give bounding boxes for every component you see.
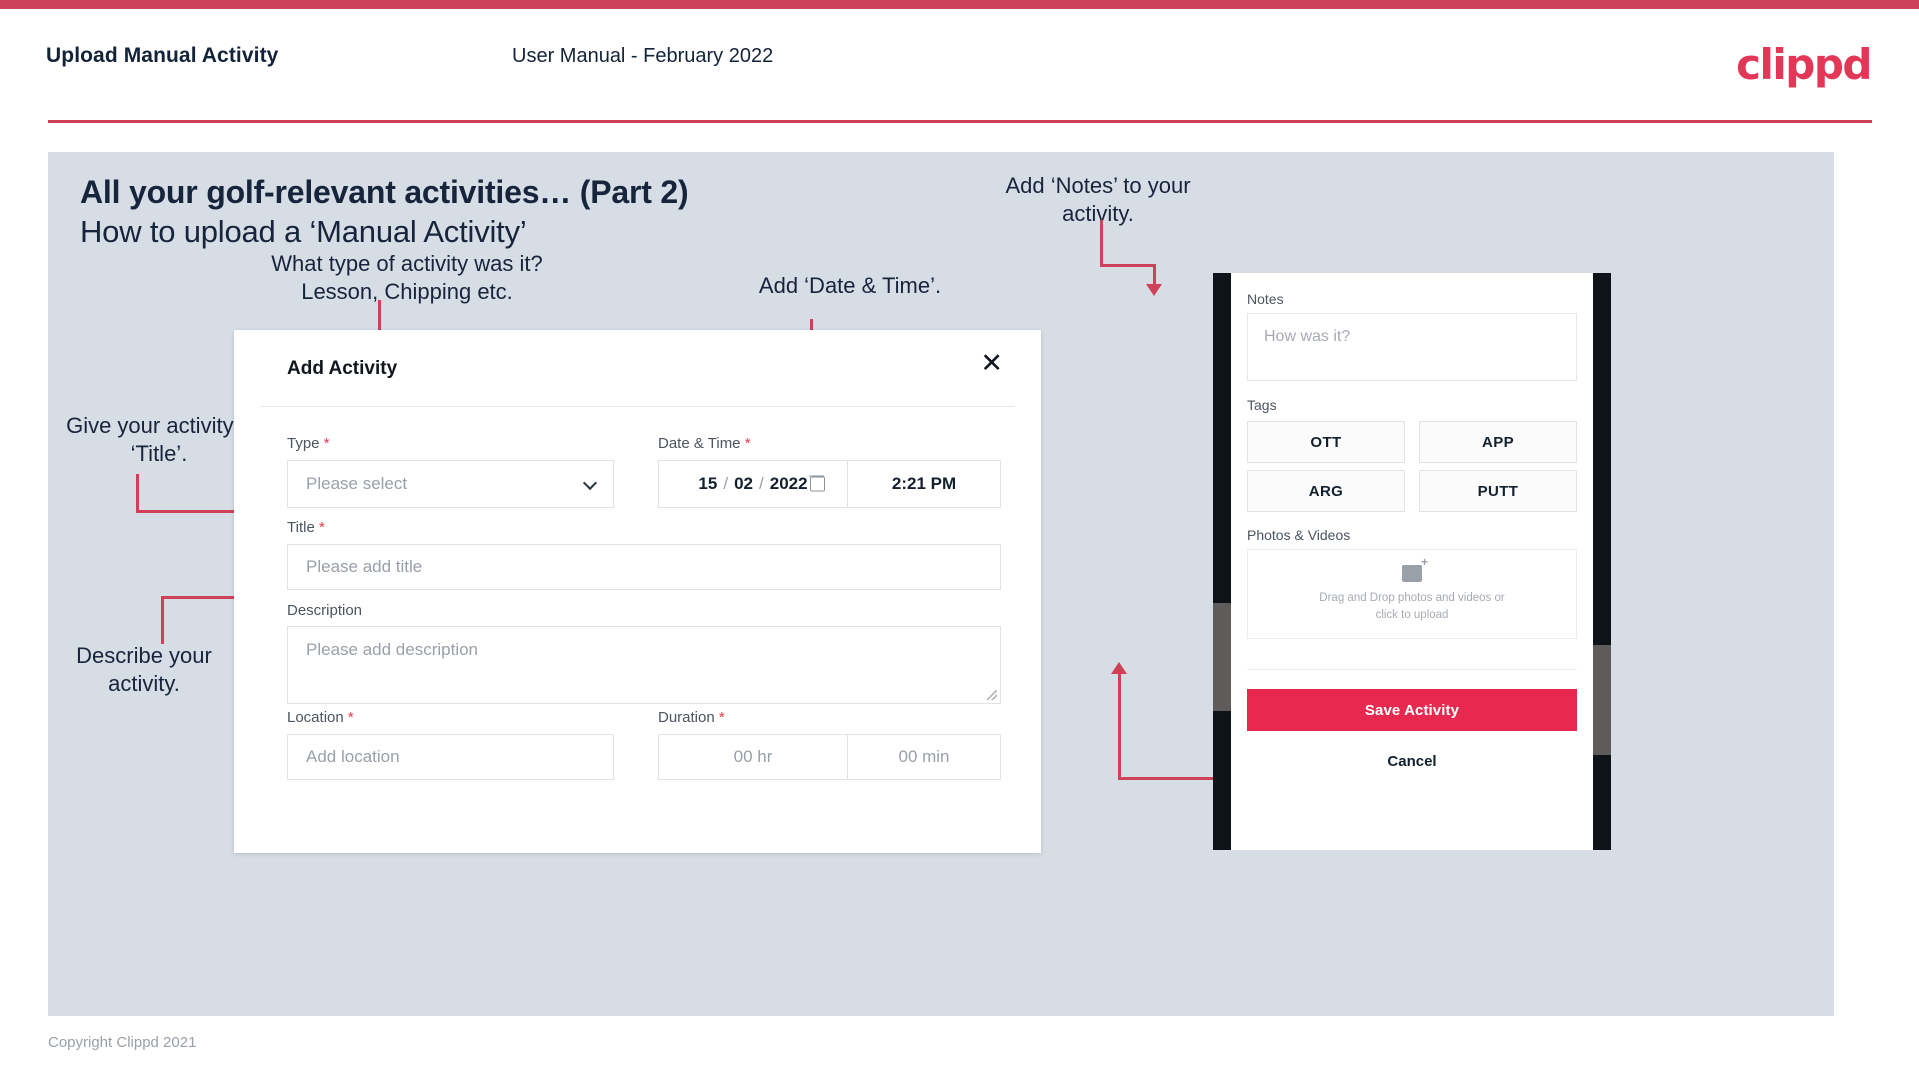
duration-hours-value: 00 hr	[733, 747, 773, 766]
type-placeholder: Please select	[306, 474, 408, 493]
date-month: 02	[734, 474, 753, 493]
phone-volume-button-left	[1213, 603, 1231, 711]
resize-handle-icon[interactable]	[987, 690, 997, 700]
tag-button-ott[interactable]: OTT	[1247, 421, 1405, 463]
add-image-icon	[1402, 556, 1428, 582]
title-required-mark: *	[318, 519, 325, 536]
connector-notes-v2	[1153, 264, 1156, 286]
clippd-logo: clippd	[1736, 40, 1872, 89]
slide-page: Upload Manual Activity User Manual - Feb…	[0, 0, 1919, 1079]
location-input[interactable]: Add location	[287, 734, 614, 780]
location-label-text: Location	[287, 709, 344, 726]
notes-label: Notes	[1247, 291, 1284, 307]
annotation-type: What type of activity was it? Lesson, Chi…	[271, 251, 543, 304]
close-icon[interactable]: ✕	[980, 350, 1003, 377]
duration-label-text: Duration	[658, 709, 715, 726]
date-year: 2022	[769, 474, 808, 493]
date-day: 15	[698, 474, 718, 493]
annotation-datetime: Add ‘Date & Time’.	[758, 273, 942, 298]
date-sep-1: /	[723, 474, 729, 493]
type-required-mark: *	[323, 435, 330, 452]
phone-mockup: Notes How was it? Tags OTT APP ARG PUTT …	[1213, 273, 1611, 850]
top-accent-bar	[0, 0, 1919, 9]
connector-notes-arrow	[1146, 284, 1162, 296]
header-divider	[48, 120, 1872, 123]
connector-notes-h	[1100, 264, 1156, 267]
type-select[interactable]: Please select	[287, 460, 614, 508]
notes-textarea[interactable]: How was it?	[1247, 313, 1577, 381]
location-required-mark: *	[347, 709, 354, 726]
cancel-button[interactable]: Cancel	[1247, 741, 1577, 781]
slide-body: All your golf-relevant activities… (Part…	[48, 152, 1834, 1016]
location-placeholder: Add location	[306, 747, 400, 766]
duration-required-mark: *	[718, 709, 725, 726]
slide-heading: All your golf-relevant activities… (Part…	[80, 174, 689, 210]
type-label-text: Type	[287, 435, 320, 452]
date-sep-2: /	[759, 474, 764, 493]
connector-save-v	[1118, 674, 1121, 779]
description-textarea[interactable]: Please add description	[287, 626, 1001, 704]
duration-hours-input[interactable]: 00 hr	[658, 734, 848, 780]
type-label: Type *	[287, 435, 330, 452]
dropzone-line-2: click to upload	[1375, 608, 1449, 621]
datetime-required-mark: *	[744, 435, 751, 452]
datetime-label: Date & Time *	[658, 435, 751, 452]
photo-dropzone[interactable]: Drag and Drop photos and videos or click…	[1247, 549, 1577, 639]
connector-title-v	[136, 474, 139, 512]
add-activity-dialog: Add Activity ✕ Type * Please select Date…	[234, 330, 1041, 853]
phone-right-bezel	[1593, 273, 1611, 850]
description-placeholder: Please add description	[306, 640, 479, 659]
chevron-down-icon	[582, 475, 598, 491]
annotation-notes: Add ‘Notes’ to your activity.	[1005, 173, 1191, 226]
header-subtitle: User Manual - February 2022	[512, 45, 774, 67]
duration-label: Duration *	[658, 709, 725, 726]
dropzone-line-1: Drag and Drop photos and videos or	[1319, 591, 1505, 604]
connector-desc-v	[161, 596, 164, 644]
title-label: Title *	[287, 519, 325, 536]
datetime-label-text: Date & Time	[658, 435, 741, 452]
duration-minutes-value: 00 min	[898, 747, 950, 766]
connector-save-arrow	[1111, 662, 1127, 674]
page-title: Upload Manual Activity	[46, 44, 279, 67]
location-label: Location *	[287, 709, 354, 726]
connector-notes-v1	[1100, 220, 1103, 266]
photos-videos-label: Photos & Videos	[1247, 527, 1351, 543]
tag-button-app[interactable]: APP	[1419, 421, 1577, 463]
notes-placeholder: How was it?	[1264, 328, 1351, 345]
tag-button-putt[interactable]: PUTT	[1419, 470, 1577, 512]
footer-copyright: Copyright Clippd 2021	[48, 1034, 197, 1051]
phone-divider	[1247, 669, 1577, 670]
phone-screen: Notes How was it? Tags OTT APP ARG PUTT …	[1231, 273, 1593, 850]
date-input[interactable]: 15 / 02 / 2022	[658, 460, 848, 508]
dropzone-text: Drag and Drop photos and videos or click…	[1319, 590, 1504, 623]
dialog-divider	[260, 406, 1015, 407]
time-value: 2:21 PM	[891, 474, 957, 493]
description-label: Description	[287, 602, 363, 619]
annotation-description: Describe your activity.	[76, 643, 212, 696]
tags-label: Tags	[1247, 397, 1277, 413]
tag-button-arg[interactable]: ARG	[1247, 470, 1405, 512]
phone-power-button	[1593, 645, 1611, 755]
calendar-icon[interactable]	[809, 475, 825, 492]
duration-minutes-input[interactable]: 00 min	[847, 734, 1001, 780]
title-placeholder: Please add title	[306, 557, 423, 576]
title-label-text: Title	[287, 519, 315, 536]
phone-left-bezel	[1213, 273, 1231, 850]
dialog-title: Add Activity	[287, 358, 398, 379]
save-activity-button[interactable]: Save Activity	[1247, 689, 1577, 731]
slide-subheading: How to upload a ‘Manual Activity’	[80, 214, 527, 249]
title-input[interactable]: Please add title	[287, 544, 1001, 590]
time-input[interactable]: 2:21 PM	[847, 460, 1001, 508]
